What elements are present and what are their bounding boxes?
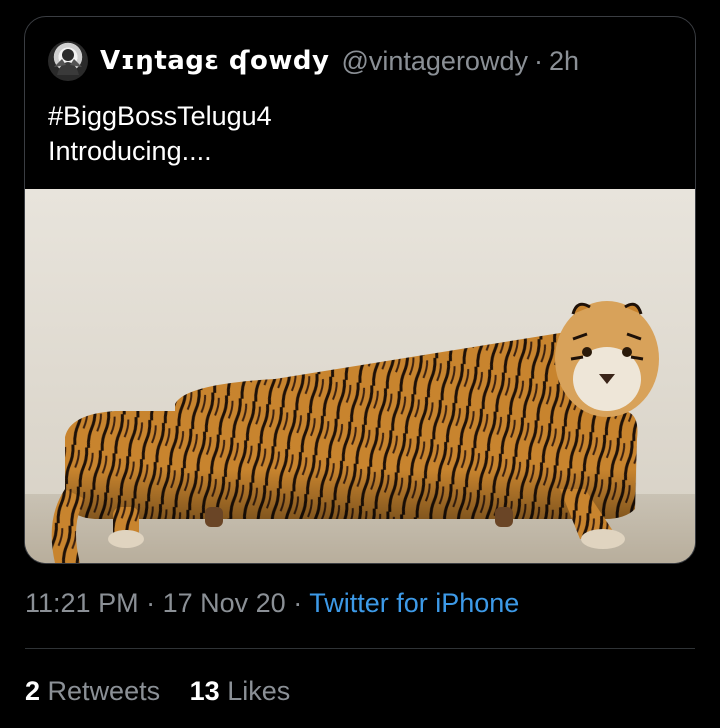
tweet-stats: 2 Retweets 13 Likes — [25, 676, 312, 707]
meta-separator: · — [293, 588, 303, 618]
retweets-stat[interactable]: 2 Retweets — [25, 676, 160, 707]
tweet-text-line: Introducing.... — [48, 136, 212, 166]
quoted-tweet-card[interactable]: Vɪŋtagɛ ʠowdy @vintagerowdy · 2h #BiggBo… — [24, 16, 696, 564]
quoted-tweet-text: #BiggBossTelugu4 Introducing.... — [48, 99, 272, 169]
tweet-date[interactable]: 17 Nov 20 — [163, 588, 286, 618]
likes-count: 13 — [189, 676, 220, 706]
hashtag-link[interactable]: #BiggBossTelugu4 — [48, 99, 272, 134]
divider — [25, 648, 695, 649]
post-time-ago[interactable]: 2h — [549, 46, 579, 77]
author-handle[interactable]: @vintagerowdy — [341, 46, 528, 77]
user-avatar[interactable] — [48, 41, 88, 81]
author-display-name[interactable]: Vɪŋtagɛ ʠowdy — [100, 46, 329, 76]
meta-separator: · — [146, 588, 156, 618]
quoted-tweet-header: Vɪŋtagɛ ʠowdy @vintagerowdy · 2h — [48, 41, 579, 81]
likes-label: Likes — [227, 676, 291, 706]
retweets-label: Retweets — [47, 676, 161, 706]
tiger-sofa-photo[interactable] — [25, 189, 695, 563]
tweet-meta-line: 11:21 PM · 17 Nov 20 · Twitter for iPhon… — [25, 588, 519, 619]
likes-stat[interactable]: 13 Likes — [190, 676, 291, 707]
tweet-source-link[interactable]: Twitter for iPhone — [309, 588, 519, 618]
photo-illustration — [25, 189, 695, 563]
tweet-time[interactable]: 11:21 PM — [25, 588, 139, 618]
separator-dot: · — [533, 45, 543, 76]
retweets-count: 2 — [25, 676, 41, 706]
